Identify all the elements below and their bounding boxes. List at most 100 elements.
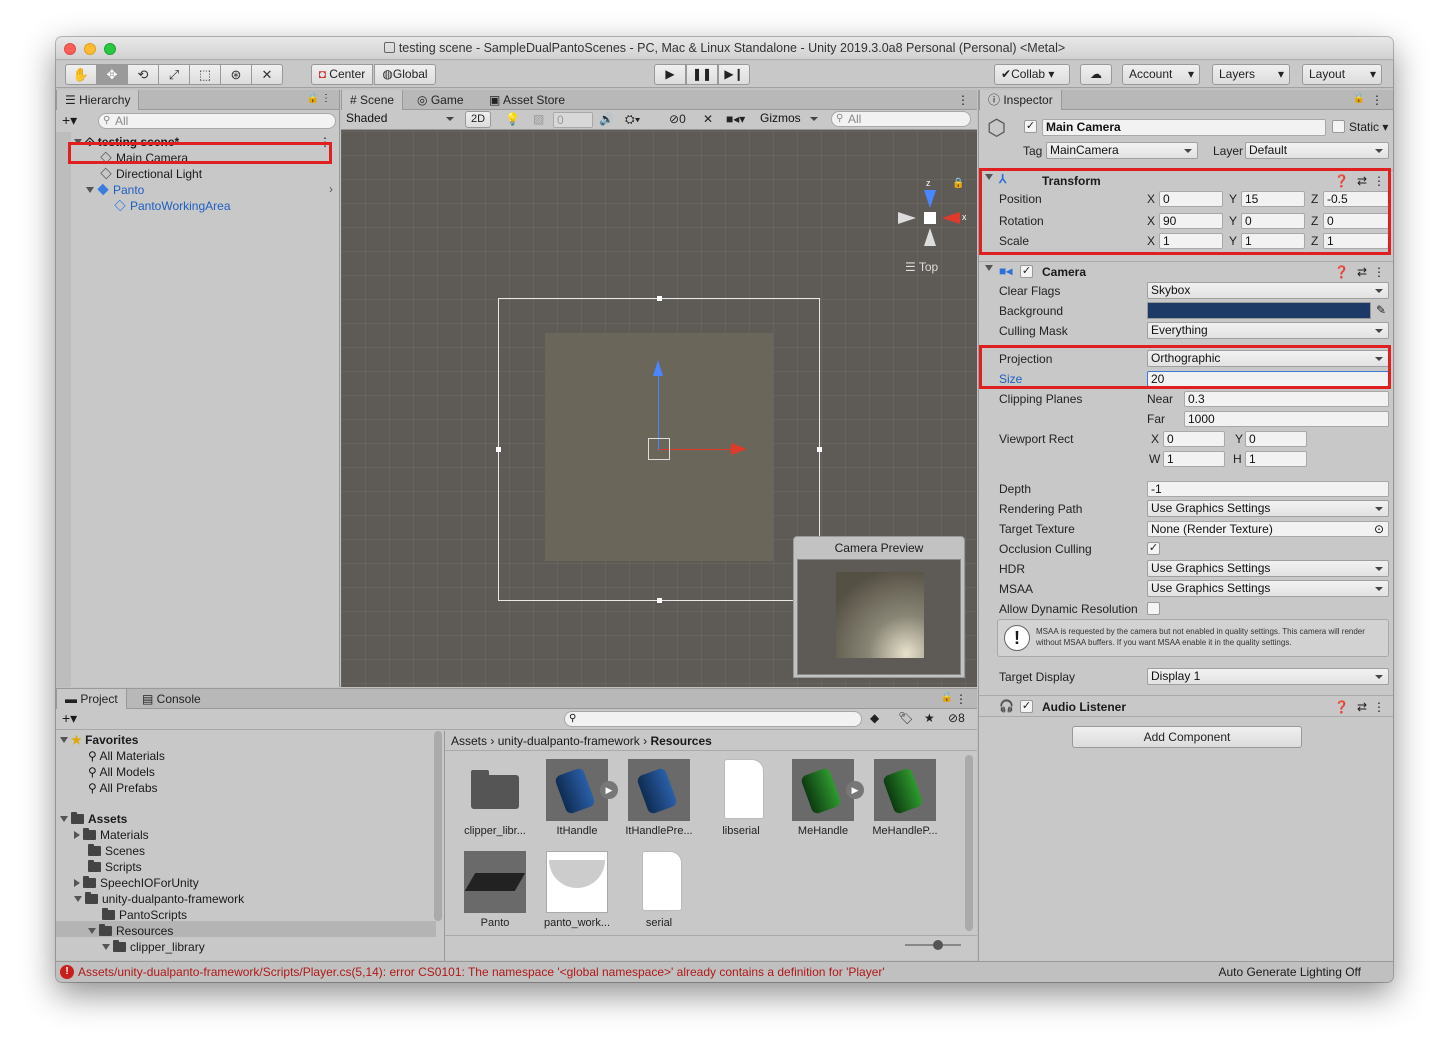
breadcrumb-framework[interactable]: unity-dualpanto-framework (498, 734, 640, 748)
component-menu-icon[interactable]: ⋮ (1373, 700, 1385, 714)
asset-mehandleprefab[interactable]: MeHandleP... (869, 759, 941, 837)
static-dropdown[interactable]: Static ▾ (1349, 120, 1388, 134)
active-checkbox[interactable]: ✓ (1024, 120, 1037, 133)
play-icon[interactable]: ▶ (600, 781, 618, 799)
step-button[interactable]: ▶❙ (718, 64, 750, 85)
rotation-label[interactable]: Rotation (999, 214, 1044, 228)
scene-zero-field[interactable]: 0 (553, 112, 593, 128)
target-display-dropdown[interactable]: Display 1 (1147, 668, 1389, 685)
image-icon[interactable]: ▨ (533, 112, 544, 126)
hidden-packages-icon[interactable]: ⊘8 (948, 711, 965, 725)
tag-dropdown[interactable]: MainCamera (1046, 142, 1198, 159)
shading-mode-dropdown[interactable]: Shaded (343, 111, 459, 128)
asset-ithandle[interactable]: ▶ ItHandle (541, 759, 618, 837)
pos-x-label[interactable]: X (1147, 192, 1155, 206)
lighting-icon[interactable]: 💡 (505, 112, 520, 126)
tab-game[interactable]: ◎ Game (409, 90, 472, 110)
more-icon[interactable]: ⋮ (1371, 93, 1383, 107)
minimize-window-button[interactable] (84, 43, 96, 55)
project-search-input[interactable]: ⚲ (564, 711, 862, 727)
position-y-field[interactable]: 15 (1241, 191, 1305, 207)
scene-search-input[interactable]: ⚲ All (831, 111, 971, 127)
breadcrumb-assets[interactable]: Assets (451, 734, 487, 748)
folder-scenes[interactable]: Scenes (88, 844, 145, 858)
hierarchy-item-pantoworkingarea[interactable]: PantoWorkingArea (114, 199, 231, 213)
scale-tool-icon[interactable]: ⤢ (158, 64, 190, 85)
breadcrumb-resources[interactable]: Resources (650, 734, 711, 748)
filter-type-icon[interactable]: ◆ (870, 711, 879, 725)
folder-clipper-library[interactable]: clipper_library (102, 940, 205, 954)
assets-folder[interactable]: Assets (60, 812, 127, 826)
filter-label-icon[interactable]: 🏷 (898, 711, 913, 725)
viewport-w-field[interactable]: 1 (1163, 451, 1225, 467)
viewport-x-field[interactable]: 0 (1163, 431, 1225, 447)
more-icon[interactable]: ⋮ (957, 93, 969, 107)
lock-icon[interactable]: 🔒 (307, 93, 319, 104)
more-icon[interactable]: ⋮ (955, 692, 967, 706)
asset-ithandleprefab[interactable]: ItHandlePre... (623, 759, 695, 837)
thumbnail-size-slider[interactable] (905, 940, 961, 950)
hand-tool-icon[interactable]: ✋ (65, 64, 97, 85)
folder-materials[interactable]: Materials (74, 828, 149, 842)
favorite-all-materials[interactable]: ⚲ All Materials (88, 749, 165, 763)
help-icon[interactable]: ❓ (1334, 265, 1349, 279)
component-menu-icon[interactable]: ⋮ (1373, 174, 1385, 188)
layers-dropdown[interactable]: Layers ▾ (1212, 64, 1290, 85)
tab-inspector[interactable]: ⓘ Inspector (979, 90, 1062, 110)
occlusion-culling-checkbox[interactable]: ✓ (1147, 542, 1160, 555)
culling-mask-dropdown[interactable]: Everything (1147, 322, 1389, 339)
scl-y-label[interactable]: Y (1229, 234, 1237, 248)
depth-field[interactable]: -1 (1147, 481, 1389, 497)
scale-z-field[interactable]: 1 (1323, 233, 1389, 249)
move-tool-icon[interactable]: ✥ (96, 64, 128, 85)
hidden-objects-icon[interactable]: ⊘0 (669, 112, 686, 126)
transform-tool-icon[interactable]: ⊛ (220, 64, 252, 85)
camera-component-header[interactable]: ■◂ ✓ Camera ❓ ⇄ ⋮ (979, 261, 1393, 281)
play-button[interactable]: ▶ (654, 64, 686, 85)
pos-z-label[interactable]: Z (1311, 192, 1318, 206)
position-label[interactable]: Position (999, 192, 1042, 206)
projection-dropdown[interactable]: Orthographic (1147, 350, 1389, 367)
more-icon[interactable]: ⋮ (321, 93, 331, 104)
far-field[interactable]: 1000 (1184, 411, 1389, 427)
rendering-path-dropdown[interactable]: Use Graphics Settings (1147, 500, 1389, 517)
gizmos-dropdown[interactable]: Gizmos (757, 111, 823, 128)
folder-pantoscripts[interactable]: PantoScripts (102, 908, 187, 922)
favorite-star-icon[interactable]: ★ (924, 711, 935, 725)
grid-scrollbar[interactable] (965, 755, 973, 931)
background-color-swatch[interactable] (1147, 302, 1371, 319)
lock-icon[interactable]: 🔒 (941, 692, 953, 703)
vp-x-label[interactable]: X (1151, 432, 1159, 446)
folder-speechio[interactable]: SpeechIOForUnity (74, 876, 199, 890)
x-axis-handle[interactable] (659, 449, 739, 450)
favorite-all-models[interactable]: ⚲ All Models (88, 765, 155, 779)
tab-scene[interactable]: # Scene (341, 90, 404, 110)
2d-toggle[interactable]: 2D (465, 111, 491, 128)
size-label[interactable]: Size (999, 372, 1022, 386)
hierarchy-search-input[interactable]: ⚲ All (98, 113, 336, 129)
help-icon[interactable]: ❓ (1334, 174, 1349, 188)
tab-hierarchy[interactable]: ☰ Hierarchy (56, 90, 140, 110)
hierarchy-item-directional-light[interactable]: Directional Light (100, 167, 202, 181)
static-checkbox[interactable] (1332, 120, 1345, 133)
far-label[interactable]: Far (1147, 412, 1165, 426)
layer-dropdown[interactable]: Default (1245, 142, 1389, 159)
pos-y-label[interactable]: Y (1229, 192, 1237, 206)
lighting-status[interactable]: Auto Generate Lighting Off (1218, 962, 1361, 982)
audio-listener-checkbox[interactable]: ✓ (1020, 700, 1033, 713)
object-picker-icon[interactable]: ⊙ (1374, 522, 1384, 536)
rotation-y-field[interactable]: 0 (1241, 213, 1305, 229)
chevron-right-icon[interactable]: › (329, 182, 333, 196)
folder-scripts[interactable]: Scripts (88, 860, 142, 874)
asset-mehandle[interactable]: ▶ MeHandle (787, 759, 864, 837)
tree-scrollbar[interactable] (434, 731, 442, 921)
add-component-button[interactable]: Add Component (1072, 726, 1302, 748)
asset-clipper-library[interactable]: clipper_libr... (459, 759, 531, 837)
target-texture-field[interactable]: None (Render Texture) ⊙ (1147, 521, 1389, 537)
rot-y-label[interactable]: Y (1229, 214, 1237, 228)
position-z-field[interactable]: -0.5 (1323, 191, 1389, 207)
hierarchy-item-main-camera[interactable]: Main Camera (100, 151, 330, 165)
vp-w-label[interactable]: W (1149, 452, 1160, 466)
favorites-item[interactable]: ★ Favorites (60, 733, 138, 747)
scale-label[interactable]: Scale (999, 234, 1029, 248)
